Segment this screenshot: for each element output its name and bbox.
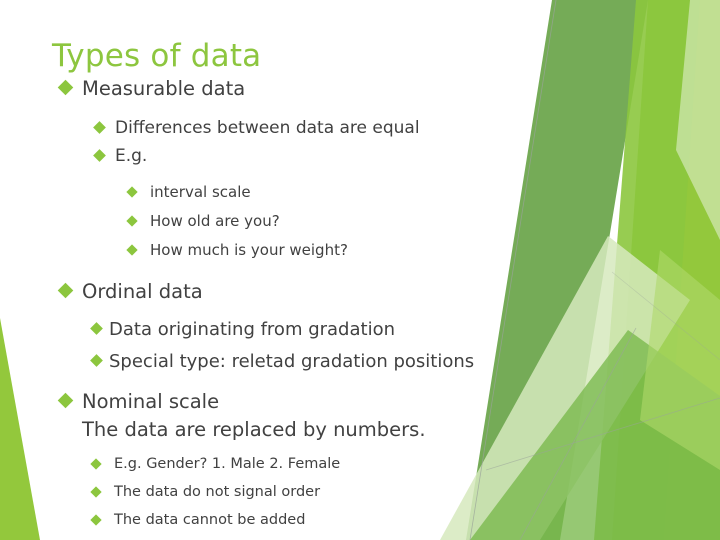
bullet-item-interval-scale: interval scale <box>0 180 560 205</box>
bullet-item-differences-between-data: Differences between data are equal <box>0 115 560 142</box>
light-green-polygon-shape <box>640 250 720 470</box>
slide-canvas: Types of data Measurable data Difference… <box>0 0 720 540</box>
diamond-bullet-icon <box>93 115 115 134</box>
bullet-text-block: Nominal scale The data are replaced by n… <box>82 387 426 443</box>
slide-body-outline: Measurable data Differences between data… <box>0 74 560 536</box>
diamond-bullet-icon <box>57 387 82 409</box>
bullet-text: The data cannot be added <box>114 512 306 528</box>
bullet-item-eg-gender: E.g. Gender? 1. Male 2. Female <box>0 452 560 477</box>
bullet-item-special-type-gradation-positions: Special type: reletad gradation position… <box>0 347 560 377</box>
bullet-text: Nominal scale <box>82 390 220 413</box>
diamond-bullet-icon <box>57 74 82 96</box>
bullet-item-data-originating-from-gradation: Data originating from gradation <box>0 315 560 345</box>
bullet-text: Differences between data are equal <box>115 118 420 138</box>
pale-sliver-shape <box>676 0 720 240</box>
bullet-item-ordinal-data: Ordinal data <box>0 277 560 306</box>
hairline-diagonal-4 <box>611 271 720 361</box>
diamond-bullet-icon <box>90 480 114 498</box>
bullet-item-measurable-data: Measurable data <box>0 74 560 103</box>
bright-green-slice-shape <box>594 0 700 540</box>
diamond-bullet-icon <box>126 209 150 227</box>
bullet-text: E.g. <box>115 146 148 166</box>
bullet-item-data-cannot-be-added: The data cannot be added <box>0 508 560 533</box>
bullet-text: How old are you? <box>150 212 280 230</box>
bullet-item-eg: E.g. <box>0 143 560 170</box>
bullet-text: Ordinal data <box>82 280 203 303</box>
bullet-item-nominal-scale: Nominal scale The data are replaced by n… <box>0 387 560 443</box>
bullet-text: interval scale <box>150 183 251 201</box>
diamond-bullet-icon <box>90 508 114 526</box>
diamond-bullet-icon <box>90 315 109 335</box>
diamond-bullet-icon <box>90 347 109 367</box>
slide-title: Types of data <box>52 37 262 74</box>
bullet-text: Measurable data <box>82 77 246 100</box>
bullet-text: Special type: reletad gradation position… <box>109 351 475 372</box>
bullet-item-data-do-not-signal-order: The data do not signal order <box>0 480 560 505</box>
bullet-text: Data originating from gradation <box>109 319 395 340</box>
diamond-bullet-icon <box>57 277 82 299</box>
bullet-text: How much is your weight? <box>150 241 348 259</box>
lime-band-shape <box>612 0 720 540</box>
bullet-text: The data do not signal order <box>114 484 321 500</box>
bullet-subline: The data are replaced by numbers. <box>82 418 426 441</box>
diamond-bullet-icon <box>126 238 150 256</box>
bullet-item-how-old-are-you: How old are you? <box>0 209 560 234</box>
diamond-bullet-icon <box>93 143 115 162</box>
diamond-bullet-icon <box>126 180 150 198</box>
diamond-bullet-icon <box>90 452 114 470</box>
bullet-text: E.g. Gender? 1. Male 2. Female <box>114 456 341 472</box>
bullet-item-how-much-is-your-weight: How much is your weight? <box>0 238 560 263</box>
